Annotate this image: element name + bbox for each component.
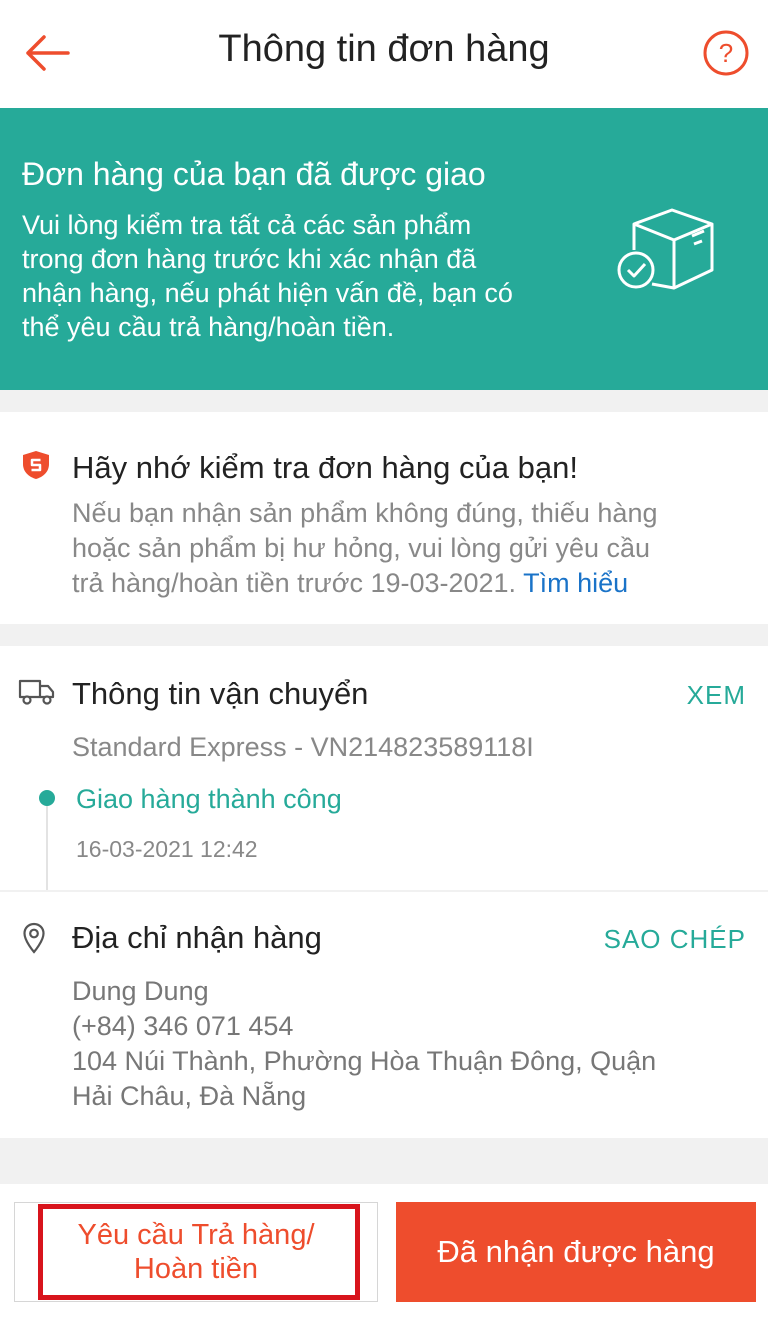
shield-icon [23,451,49,479]
return-refund-button[interactable]: Yêu cầu Trả hàng/ Hoàn tiền [14,1202,378,1302]
banner-title: Đơn hàng của bạn đã được giao [22,156,486,192]
help-button[interactable]: ? [702,29,750,77]
delivered-banner: Đơn hàng của bạn đã được giao Vui lòng k… [0,108,768,390]
reminder-title: Hãy nhớ kiểm tra đơn hàng của bạn! [72,450,578,485]
banner-description: Vui lòng kiểm tra tất cả các sản phẩm tr… [22,210,513,342]
delivery-status: Giao hàng thành công [76,784,342,814]
question-circle-icon: ? [703,30,749,76]
carrier-tracking: Standard Express - VN214823589118I [72,732,534,762]
address-details: Dung Dung (+84) 346 071 454 104 Núi Thàn… [72,974,732,1114]
package-check-icon [617,208,714,290]
shipping-address-card: Địa chỉ nhận hàng SAO CHÉP Dung Dung (+8… [0,892,768,1138]
delivery-time: 16-03-2021 12:42 [76,836,258,862]
map-pin-icon [23,922,45,954]
copy-address-button[interactable]: SAO CHÉP [604,924,746,955]
address-title: Địa chỉ nhận hàng [72,920,322,955]
page-title: Thông tin đơn hàng [218,28,550,70]
svg-text:?: ? [719,38,733,68]
order-received-button[interactable]: Đã nhận được hàng [396,1202,756,1302]
recipient-name: Dung Dung [72,976,209,1006]
shipping-title: Thông tin vận chuyển [72,676,369,711]
view-shipping-button[interactable]: XEM [687,680,746,711]
truck-icon [18,679,55,705]
reminder-card: Hãy nhớ kiểm tra đơn hàng của bạn! Nếu b… [0,412,768,624]
shipping-info-card: Thông tin vận chuyển XEM Standard Expres… [0,646,768,890]
reminder-text: Nếu bạn nhận sản phẩm không đúng, thiếu … [72,498,658,598]
address-line: 104 Núi Thành, Phường Hòa Thuận Đông, Qu… [72,1046,657,1076]
recipient-phone: (+84) 346 071 454 [72,1011,294,1041]
bottom-action-bar: Yêu cầu Trả hàng/ Hoàn tiền Đã nhận được… [0,1184,768,1324]
timeline-line [46,798,48,890]
top-app-bar: Thông tin đơn hàng ? [0,0,768,108]
learn-more-link[interactable]: Tìm hiểu [523,568,628,598]
timeline-dot [39,790,55,806]
address-line: Hải Châu, Đà Nẵng [72,1081,307,1111]
